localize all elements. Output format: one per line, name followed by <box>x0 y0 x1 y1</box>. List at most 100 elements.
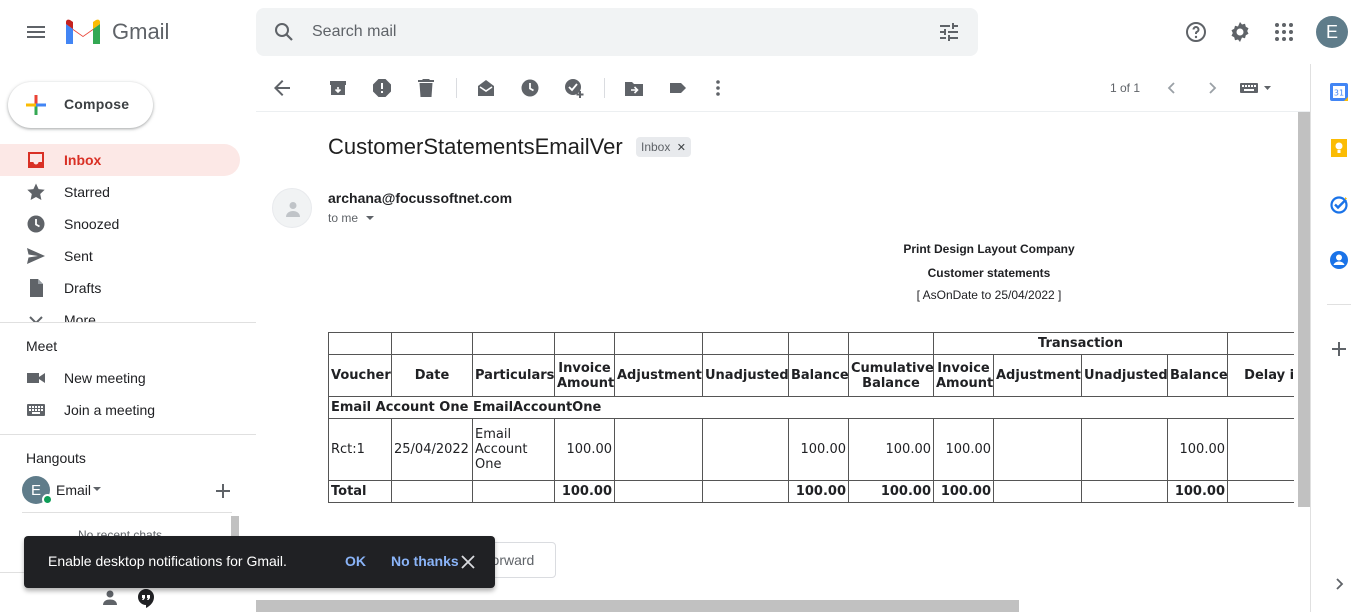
chevron-right-icon <box>1336 578 1344 590</box>
search-input[interactable] <box>312 20 872 44</box>
sender-address[interactable]: archana@focussoftnet.com <box>328 190 512 206</box>
rail-divider <box>1327 304 1351 305</box>
apps-button[interactable] <box>1264 12 1304 52</box>
statement-table: Transaction Voucher Date Particulars Invoice… <box>328 332 1294 503</box>
column-header: Invoice Amount <box>554 354 615 397</box>
contacts-icon[interactable] <box>100 588 120 608</box>
videocam-icon <box>27 373 45 383</box>
caret-down-icon <box>93 487 101 491</box>
keep-icon <box>1331 139 1347 157</box>
add-icon[interactable] <box>214 482 232 500</box>
table-cell <box>1081 418 1168 481</box>
snooze-button[interactable] <box>518 76 542 100</box>
plus-icon <box>1332 342 1346 356</box>
sidebar-item-label: Snoozed <box>64 216 120 232</box>
settings-button[interactable] <box>1220 12 1260 52</box>
account-avatar[interactable]: E <box>1316 16 1348 48</box>
inbox-label-chip[interactable]: Inbox ✕ <box>636 137 691 157</box>
main-menu-button[interactable] <box>16 12 56 52</box>
labels-button[interactable] <box>666 76 690 100</box>
top-bar: Gmail Search mail E <box>0 0 1366 64</box>
keep-app-button[interactable] <box>1327 136 1351 160</box>
vertical-scrollbar[interactable] <box>1298 112 1310 507</box>
show-side-panel-button[interactable] <box>1327 572 1351 596</box>
newer-button[interactable] <box>1160 76 1184 100</box>
close-icon[interactable] <box>460 554 476 570</box>
total-cell: 100.00 <box>848 480 934 503</box>
support-button[interactable] <box>1176 12 1216 52</box>
archive-icon <box>330 81 346 95</box>
search-options-button[interactable] <box>929 12 969 52</box>
table-empty-header <box>614 332 703 355</box>
toast-ok-button[interactable]: OK <box>345 553 366 569</box>
tune-icon <box>940 23 958 41</box>
sidebar-item-inbox[interactable]: Inbox <box>0 144 240 176</box>
delete-button[interactable] <box>414 76 438 100</box>
apps-grid-icon <box>1275 23 1293 41</box>
hangouts-title: Hangouts <box>26 450 86 466</box>
table-empty-header <box>788 332 849 355</box>
toast-no-thanks-button[interactable]: No thanks <box>391 553 459 569</box>
table-empty-header <box>328 332 392 355</box>
move-to-button[interactable] <box>622 76 646 100</box>
calendar-app-button[interactable]: 31 <box>1327 80 1351 104</box>
toast-message: Enable desktop notifications for Gmail. <box>48 553 287 569</box>
sidebar-item-starred[interactable]: Starred <box>0 176 240 208</box>
sidebar-item-label: More <box>64 312 96 322</box>
report-spam-button[interactable] <box>370 76 394 100</box>
table-cell: Email Account One <box>472 418 555 481</box>
mark-unread-icon <box>478 80 494 96</box>
draft-icon <box>30 279 43 297</box>
hangouts-user[interactable]: E Email <box>22 474 222 506</box>
chevron-right-icon <box>1209 82 1217 94</box>
remove-label-icon[interactable]: ✕ <box>677 142 686 154</box>
more-vert-icon <box>716 80 720 96</box>
total-cell <box>702 480 789 503</box>
hangouts-divider <box>22 512 232 513</box>
table-cell <box>702 418 789 481</box>
input-tools-button[interactable] <box>1236 76 1276 100</box>
new-meeting-button[interactable]: New meeting <box>0 362 240 394</box>
report-date-range: [ AsOnDate to 25/04/2022 ] <box>916 288 1062 302</box>
contacts-app-button[interactable] <box>1327 248 1351 272</box>
sidebar-item-more[interactable]: More <box>0 304 240 322</box>
search-button[interactable] <box>264 12 304 52</box>
table-cell: Rct:1 <box>328 418 392 481</box>
calendar-icon: 31 <box>1330 83 1348 101</box>
back-button[interactable] <box>270 76 294 100</box>
sidebar-item-snoozed[interactable]: Snoozed <box>0 208 240 240</box>
get-addons-button[interactable] <box>1327 337 1351 361</box>
horizontal-scrollbar[interactable] <box>256 600 1019 612</box>
hamburger-icon <box>27 26 45 38</box>
sidebar-item-drafts[interactable]: Drafts <box>0 272 240 304</box>
tasks-icon <box>1330 196 1348 214</box>
plus-icon <box>26 95 46 115</box>
online-status-dot <box>42 494 53 505</box>
add-to-tasks-button[interactable] <box>562 76 586 100</box>
table-cell: 100.00 <box>848 418 934 481</box>
tasks-app-button[interactable] <box>1327 192 1351 216</box>
join-meeting-button[interactable]: Join a meeting <box>0 394 240 426</box>
total-cell <box>1227 480 1294 503</box>
column-header: Voucher <box>328 354 392 397</box>
total-cell: 100.00 <box>1166 480 1229 503</box>
search-bar[interactable] <box>256 8 978 56</box>
meet-title: Meet <box>26 338 58 354</box>
star-icon <box>27 183 45 200</box>
gmail-logo[interactable]: Gmail <box>64 16 169 48</box>
toolbar-divider <box>604 78 605 98</box>
mark-unread-button[interactable] <box>474 76 498 100</box>
side-panel-rail: 31 <box>1310 64 1366 612</box>
recipient-details[interactable]: to me <box>328 211 375 225</box>
archive-button[interactable] <box>326 76 350 100</box>
older-button[interactable] <box>1200 76 1224 100</box>
more-options-button[interactable] <box>706 76 730 100</box>
sidebar-item-sent[interactable]: Sent <box>0 240 240 272</box>
join-meeting-label: Join a meeting <box>64 402 156 418</box>
table-header-row: Voucher Date Particulars Invoice Amount Adju… <box>328 354 1294 397</box>
chevron-down-icon <box>29 316 43 322</box>
gmail-m-icon <box>66 19 100 44</box>
hangouts-chat-icon[interactable] <box>136 588 156 608</box>
email-subject: CustomerStatementsEmailVer <box>328 134 623 159</box>
compose-button[interactable]: Compose <box>8 82 153 128</box>
